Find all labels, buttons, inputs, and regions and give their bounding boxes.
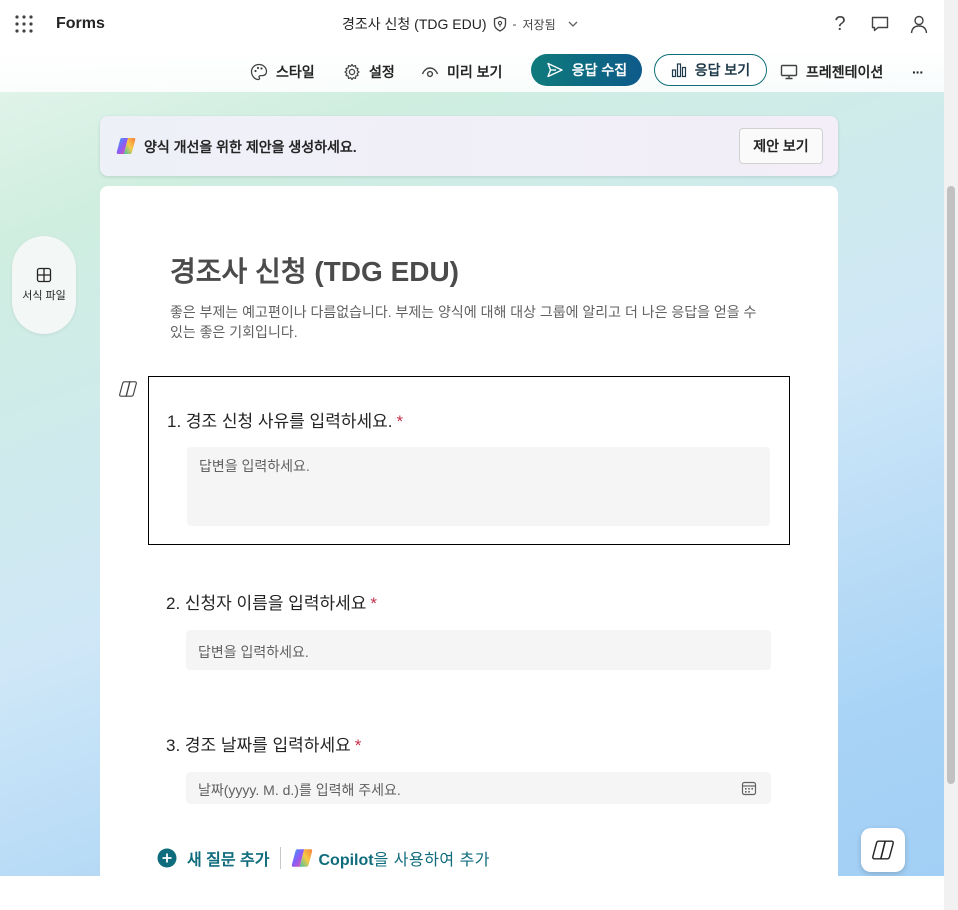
- style-label: 스타일: [276, 64, 315, 80]
- page-background: Forms 경조사 신청 (TDG EDU) - 저장됨 ? 스타일 설정 미리…: [0, 0, 944, 876]
- page-scrollbar[interactable]: [944, 0, 958, 910]
- form-card: 경조사 신청 (TDG EDU) 좋은 부제는 예고편이나 다름없습니다. 부제…: [100, 186, 838, 876]
- presentation-label: 프레젠테이션: [806, 64, 884, 80]
- add-with-copilot-button[interactable]: Copilot을 사용하여 추가: [291, 846, 491, 870]
- doc-title[interactable]: 경조사 신청 (TDG EDU): [342, 14, 487, 34]
- collect-responses-button[interactable]: 응답 수집: [531, 54, 642, 86]
- title-separator: -: [512, 17, 517, 31]
- app-name[interactable]: Forms: [56, 15, 105, 33]
- question-2-label[interactable]: 2. 신청자 이름을 입력하세요 *: [166, 589, 377, 614]
- templates-panel-button[interactable]: 서식 파일: [12, 236, 76, 334]
- bottom-area: [0, 876, 944, 910]
- question-1-label[interactable]: 1. 경조 신청 사유를 입력하세요. *: [167, 407, 403, 432]
- view-suggestions-button[interactable]: 제안 보기: [739, 128, 823, 164]
- palette-icon: [250, 63, 268, 81]
- divider: [279, 847, 281, 869]
- question-copilot-icon[interactable]: [119, 380, 137, 398]
- question-3-label[interactable]: 3. 경조 날짜를 입력하세요 *: [166, 731, 361, 756]
- templates-label: 서식 파일: [22, 290, 66, 302]
- add-question-row: 새 질문 추가 Copilot을 사용하여 추가: [157, 846, 490, 870]
- question-1-card[interactable]: 1. 경조 신청 사유를 입력하세요. * 답변을 입력하세요.: [148, 376, 790, 545]
- scrollbar-thumb[interactable]: [947, 186, 955, 784]
- more-options-button[interactable]: ···: [912, 58, 924, 86]
- more-icon: ···: [912, 64, 924, 80]
- settings-label: 설정: [369, 64, 395, 80]
- doc-title-area[interactable]: 경조사 신청 (TDG EDU) - 저장됨: [342, 14, 580, 34]
- responses-label: 응답 보기: [694, 62, 751, 78]
- required-star: *: [370, 594, 378, 613]
- gear-icon: [344, 63, 360, 81]
- view-responses-button[interactable]: 응답 보기: [654, 54, 767, 86]
- form-title[interactable]: 경조사 신청 (TDG EDU): [170, 250, 459, 290]
- preview-label: 미리 보기: [447, 64, 503, 80]
- template-icon: [36, 267, 52, 283]
- waffle-icon[interactable]: [14, 14, 34, 34]
- question-3-date-input[interactable]: 날짜(yyyy. M. d.)를 입력해 주세요.: [186, 772, 771, 804]
- form-description[interactable]: 좋은 부제는 예고편이나 다름없습니다. 부제는 양식에 대해 대상 그룹에 알…: [170, 302, 770, 342]
- copilot-icon: [872, 840, 894, 860]
- copilot-icon: [291, 849, 312, 867]
- collect-label: 응답 수집: [571, 62, 628, 78]
- person-icon: [910, 15, 928, 34]
- required-star: *: [354, 736, 362, 755]
- question-1-answer-input[interactable]: 답변을 입력하세요.: [187, 447, 770, 526]
- required-star: *: [396, 412, 404, 431]
- save-status: 저장됨: [522, 17, 556, 32]
- add-question-label: 새 질문 추가: [187, 852, 270, 869]
- chevron-down-icon[interactable]: [566, 17, 580, 31]
- preview-button[interactable]: 미리 보기: [421, 58, 502, 86]
- help-button[interactable]: ?: [826, 10, 854, 38]
- comment-button[interactable]: [866, 10, 894, 38]
- help-icon: ?: [834, 12, 846, 35]
- banner-text: 양식 개선을 위한 제안을 생성하세요.: [144, 139, 357, 155]
- account-button[interactable]: [905, 10, 933, 38]
- comment-icon: [871, 16, 889, 32]
- eye-icon: [421, 67, 439, 78]
- copilot-floating-button[interactable]: [861, 828, 905, 872]
- shield-icon: [493, 16, 506, 32]
- style-button[interactable]: 스타일: [250, 58, 315, 86]
- presentation-button[interactable]: 프레젠테이션: [780, 58, 883, 86]
- calendar-icon[interactable]: [741, 780, 757, 796]
- plus-circle-icon: [157, 848, 177, 868]
- send-icon: [547, 62, 563, 78]
- presentation-icon: [780, 64, 798, 80]
- settings-button[interactable]: 설정: [343, 58, 395, 86]
- add-new-question-button[interactable]: 새 질문 추가: [157, 846, 270, 870]
- top-bar: Forms 경조사 신청 (TDG EDU) - 저장됨 ?: [0, 0, 944, 48]
- suggestion-banner: 양식 개선을 위한 제안을 생성하세요. 제안 보기: [100, 116, 838, 176]
- question-2-answer-input[interactable]: 답변을 입력하세요.: [186, 630, 771, 670]
- chart-icon: [671, 63, 686, 78]
- date-placeholder: 날짜(yyyy. M. d.)를 입력해 주세요.: [198, 782, 401, 798]
- add-copilot-label: Copilot을 사용하여 추가: [318, 852, 491, 869]
- copilot-icon: [116, 138, 136, 154]
